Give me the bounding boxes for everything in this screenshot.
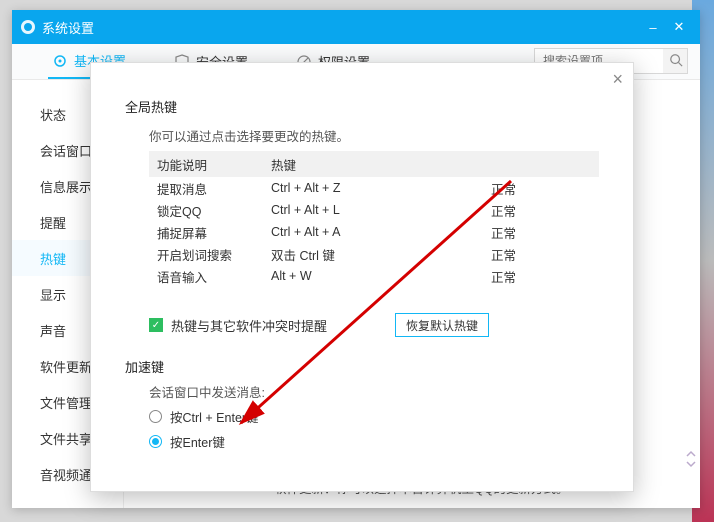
window-title: 系统设置 (42, 18, 94, 37)
restore-default-button[interactable]: 恢复默认热键 (395, 313, 489, 337)
radio-option-enter[interactable]: 按Enter键 (149, 432, 599, 451)
table-row[interactable]: 捕捉屏幕Ctrl + Alt + A正常 (149, 221, 599, 243)
modal-mask: × 全局热键 你可以通过点击选择要更改的热键。 功能说明 热键 提取消息Ctrl… (12, 44, 700, 508)
radio-icon (149, 435, 162, 448)
title-bar[interactable]: 系统设置 – ✕ (12, 10, 700, 44)
table-row[interactable]: 语音输入Alt + W正常 (149, 265, 599, 287)
radio-icon (149, 410, 162, 423)
dialog-close-button[interactable]: × (612, 69, 623, 90)
global-hotkey-title: 全局热键 (125, 97, 599, 116)
col-name: 功能说明 (149, 155, 271, 174)
minimize-button[interactable]: – (640, 14, 666, 40)
table-row[interactable]: 锁定QQCtrl + Alt + L正常 (149, 199, 599, 221)
settings-window: 系统设置 – ✕ 基本设置 安全设置 权限设置 状态 会话窗口 信息展示 (12, 10, 700, 508)
table-row[interactable]: 开启划词搜索双击 Ctrl 键正常 (149, 243, 599, 265)
app-icon (20, 19, 36, 35)
close-button[interactable]: ✕ (666, 14, 692, 40)
conflict-label: 热键与其它软件冲突时提醒 (171, 316, 327, 335)
col-key: 热键 (271, 155, 491, 174)
hotkey-table-header: 功能说明 热键 (149, 151, 599, 177)
table-row[interactable]: 提取消息Ctrl + Alt + Z正常 (149, 177, 599, 199)
global-hotkey-desc: 你可以通过点击选择要更改的热键。 (149, 126, 599, 145)
hotkey-dialog: × 全局热键 你可以通过点击选择要更改的热键。 功能说明 热键 提取消息Ctrl… (90, 62, 634, 492)
conflict-checkbox[interactable]: ✓ (149, 318, 163, 332)
accel-title: 加速键 (125, 357, 599, 376)
send-msg-label: 会话窗口中发送消息: (149, 382, 599, 401)
radio-option-ctrl-enter[interactable]: 按Ctrl + Enter键 (149, 407, 599, 426)
